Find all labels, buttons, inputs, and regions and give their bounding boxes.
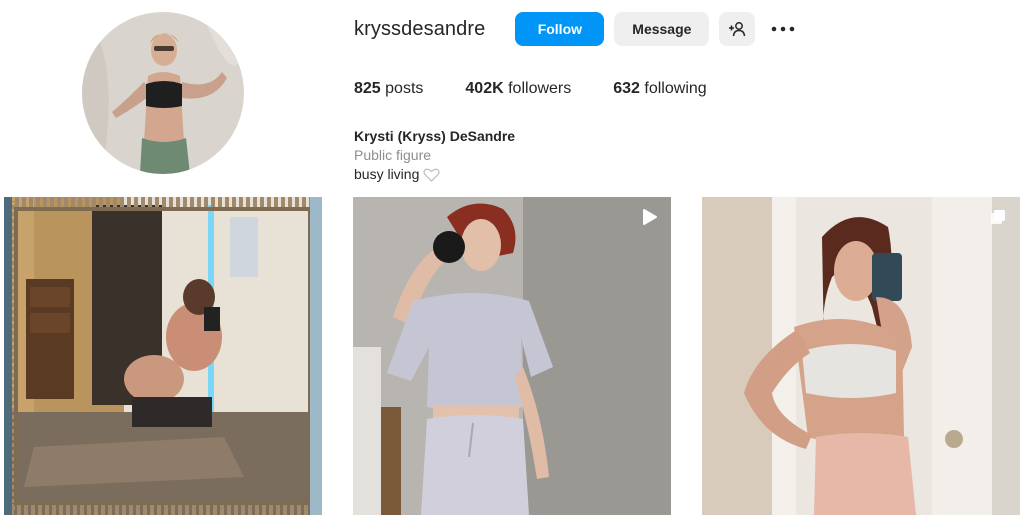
username: kryssdesandre xyxy=(354,17,486,40)
stat-followers-value: 402K xyxy=(465,80,504,97)
profile-bio: Krysti (Kryss) DeSandre Public figure bu… xyxy=(354,127,515,184)
bio-name: Krysti (Kryss) DeSandre xyxy=(354,128,516,144)
profile-avatar[interactable] xyxy=(82,12,244,174)
stat-posts-label: posts xyxy=(385,80,424,97)
post-tile[interactable] xyxy=(353,197,671,515)
profile-header: kryssdesandre Follow Message xyxy=(354,12,811,46)
bio-category: Public figure xyxy=(354,147,432,163)
stat-followers-label: followers xyxy=(508,80,572,97)
avatar-photo xyxy=(82,12,244,174)
post-photo xyxy=(353,197,671,515)
multiple-posts-icon xyxy=(991,210,1005,224)
stat-following[interactable]: 632 following xyxy=(613,80,706,98)
bio-text: busy living xyxy=(354,166,420,182)
post-tile[interactable] xyxy=(4,197,322,515)
suggest-accounts-button[interactable] xyxy=(719,12,756,46)
stat-posts-value: 825 xyxy=(354,80,381,97)
post-photo xyxy=(702,197,1020,515)
stat-following-label: following xyxy=(644,80,707,97)
stat-following-value: 632 xyxy=(613,80,640,97)
post-tile[interactable] xyxy=(702,197,1020,515)
play-icon xyxy=(643,209,657,225)
more-horizontal-icon xyxy=(772,26,795,32)
stat-followers[interactable]: 402K followers xyxy=(465,80,571,98)
profile-actions-row: kryssdesandre Follow Message xyxy=(354,12,811,46)
posts-grid xyxy=(0,197,1024,520)
bio-text-row: busy living xyxy=(354,165,515,184)
profile-stats: 825 posts 402K followers 632 following xyxy=(354,80,749,98)
follow-button[interactable]: Follow xyxy=(515,12,605,46)
post-photo xyxy=(4,197,322,515)
add-person-icon xyxy=(729,22,746,37)
stat-posts: 825 posts xyxy=(354,80,423,98)
message-button[interactable]: Message xyxy=(614,12,710,46)
more-options-button[interactable] xyxy=(765,12,801,46)
heart-outline-icon xyxy=(423,168,440,182)
